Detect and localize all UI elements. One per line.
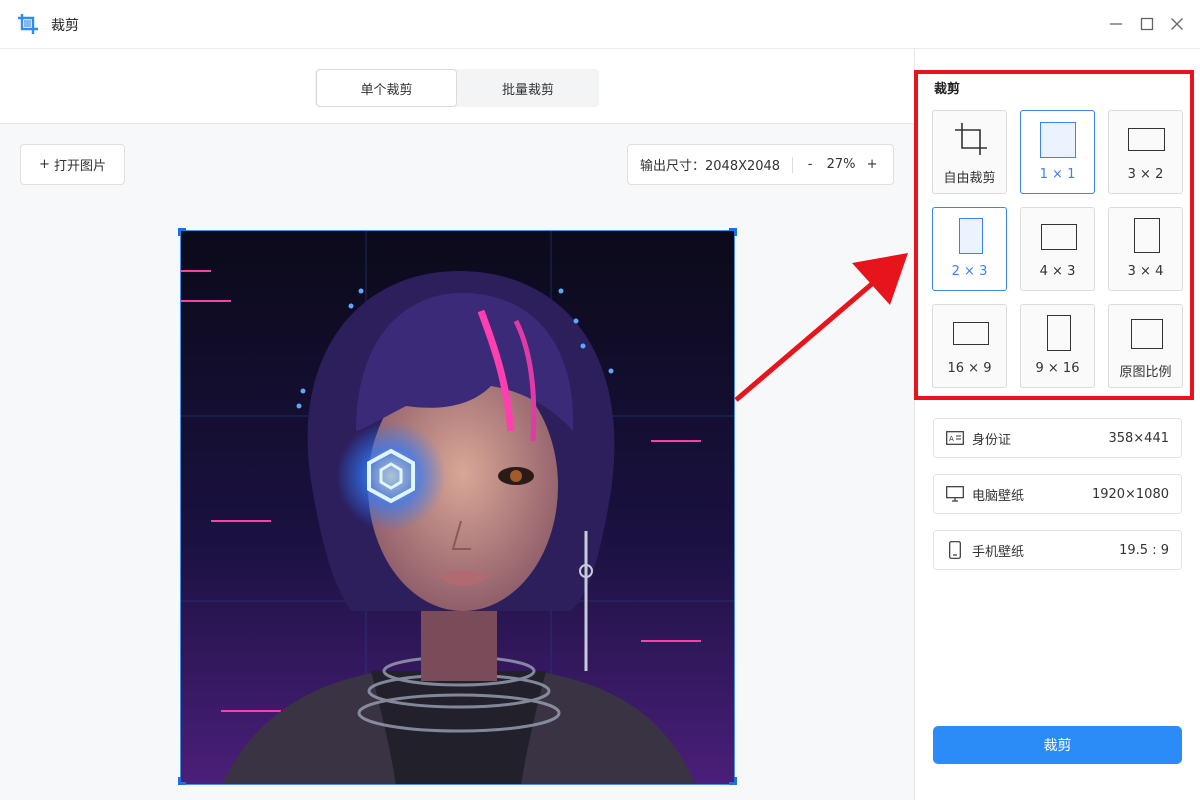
open-image-button[interactable]: + 打开图片 [20, 144, 125, 185]
ratio-label: 自由裁剪 [943, 171, 996, 186]
open-image-label: 打开图片 [53, 159, 106, 174]
crop-canvas[interactable] [180, 230, 735, 785]
ratio-label: 4 × 3 [1039, 264, 1076, 279]
tall-shape-icon [1047, 315, 1071, 351]
landscape-shape-icon [1128, 128, 1165, 151]
ratio-9x16[interactable]: 9 × 16 [1020, 304, 1095, 388]
preset-name: 电脑壁纸 [972, 488, 1025, 504]
crop-handle-top-left[interactable] [178, 228, 186, 236]
svg-text:A: A [949, 435, 954, 443]
annotation-arrow [734, 253, 908, 402]
divider [792, 156, 794, 173]
portrait-image [181, 231, 734, 784]
ratio-label: 1 × 1 [1039, 167, 1076, 182]
preset-desktop-wallpaper[interactable]: 电脑壁纸 1920×1080 [933, 474, 1182, 514]
ratio-4x3[interactable]: 4 × 3 [1020, 207, 1095, 291]
ratio-3x4[interactable]: 3 × 4 [1108, 207, 1183, 291]
mode-segment: 单个裁剪 批量裁剪 [315, 69, 599, 107]
monitor-icon [946, 485, 964, 503]
ratio-3x2[interactable]: 3 × 2 [1108, 110, 1183, 194]
maximize-icon [1140, 17, 1154, 31]
ratio-label: 3 × 2 [1127, 167, 1164, 182]
preset-id-card[interactable]: A 身份证 358×441 [933, 418, 1182, 458]
preset-phone-wallpaper[interactable]: 手机壁纸 19.5 : 9 [933, 530, 1182, 570]
crop-section-title: 裁剪 [934, 82, 961, 97]
portrait-shape-icon [1134, 218, 1160, 253]
preset-name: 身份证 [972, 432, 1012, 448]
minimize-button[interactable] [1106, 14, 1126, 34]
zoom-level: 27% [826, 157, 856, 172]
minimize-icon [1110, 23, 1122, 25]
ratio-16x9[interactable]: 16 × 9 [932, 304, 1007, 388]
ratio-2x3[interactable]: 2 × 3 [932, 207, 1007, 291]
zoom-in-button[interactable]: + [865, 157, 879, 172]
preset-value: 358×441 [1108, 430, 1169, 446]
square-shape-icon [1040, 122, 1076, 158]
preset-value: 1920×1080 [1091, 486, 1169, 502]
portrait-shape-icon [959, 218, 983, 254]
landscape-shape-icon [1041, 224, 1077, 250]
ratio-label: 原图比例 [1119, 365, 1172, 380]
close-button[interactable] [1167, 14, 1187, 34]
title-bar: 裁剪 [0, 0, 1200, 48]
preset-name: 手机壁纸 [972, 544, 1025, 560]
crop-icon [955, 123, 987, 155]
maximize-button[interactable] [1137, 14, 1157, 34]
ratio-label: 3 × 4 [1127, 264, 1164, 279]
ratio-label: 2 × 3 [951, 264, 988, 279]
original-shape-icon [1131, 319, 1163, 349]
crop-handle-bottom-left[interactable] [178, 777, 186, 785]
output-size-bar: 输出尺寸：2048X2048 - 27% + [627, 144, 894, 185]
close-icon [1171, 18, 1183, 30]
preset-value: 19.5 : 9 [1119, 542, 1169, 558]
ratio-label: 9 × 16 [1035, 361, 1080, 376]
crop-handle-bottom-right[interactable] [729, 777, 737, 785]
plus-icon: + [39, 157, 50, 172]
ratio-1x1[interactable]: 1 × 1 [1020, 110, 1095, 194]
mode-tab-bar: 单个裁剪 批量裁剪 [0, 48, 914, 124]
tab-batch-crop[interactable]: 批量裁剪 [457, 69, 599, 107]
widescreen-shape-icon [953, 322, 989, 345]
window-title: 裁剪 [51, 18, 79, 34]
ratio-free[interactable]: 自由裁剪 [932, 110, 1007, 194]
ratio-label: 16 × 9 [947, 361, 992, 376]
tab-single-crop[interactable]: 单个裁剪 [316, 69, 457, 107]
id-card-icon: A [946, 429, 964, 447]
ratio-original[interactable]: 原图比例 [1108, 304, 1183, 388]
phone-icon [946, 541, 964, 559]
output-size-label: 输出尺寸：2048X2048 [640, 159, 781, 174]
crop-app-icon [18, 14, 38, 34]
zoom-out-button[interactable]: - [803, 157, 817, 172]
crop-button[interactable]: 裁剪 [933, 726, 1182, 764]
